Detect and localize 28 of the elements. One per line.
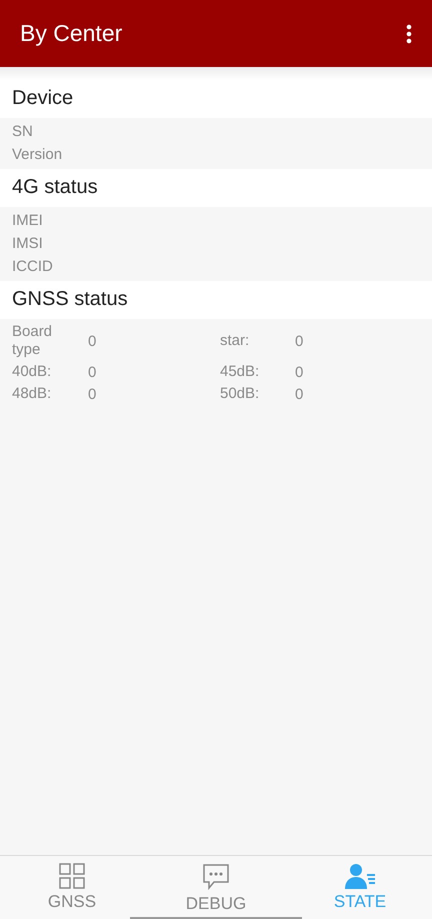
field-label: 48dB: <box>12 384 52 404</box>
field-label: 40dB: <box>12 362 52 382</box>
field-value: 0 <box>88 332 98 350</box>
section-title: GNSS status <box>0 281 432 319</box>
section-title: Device <box>0 80 432 118</box>
field-label: Version <box>12 145 64 165</box>
more-icon[interactable] <box>406 24 412 44</box>
field-label: IMSI <box>12 234 44 254</box>
field-label: IMEI <box>12 211 44 231</box>
field-value: 0 <box>295 386 304 402</box>
section-title: 4G status <box>0 169 432 207</box>
grid-icon <box>59 863 85 889</box>
field-label: SN <box>12 122 34 142</box>
field-label: 45dB: <box>220 362 260 382</box>
chat-icon <box>202 863 230 891</box>
field-label: 50dB: <box>220 384 260 404</box>
field-value: 0 <box>295 364 304 380</box>
nav-tab[interactable]: DEBUG <box>144 856 288 919</box>
field-label: Board type <box>12 322 54 360</box>
field-label: star: <box>220 331 250 351</box>
field-value: 0 <box>295 332 304 350</box>
field-value: 0 <box>88 364 98 380</box>
field-value: 0 <box>88 386 98 402</box>
field-label: ICCID <box>12 257 54 277</box>
app-title: By Center <box>20 20 122 47</box>
person-icon <box>345 863 375 889</box>
nav-tab[interactable]: STATE <box>288 856 432 919</box>
nav-tab[interactable]: GNSS <box>0 856 144 919</box>
